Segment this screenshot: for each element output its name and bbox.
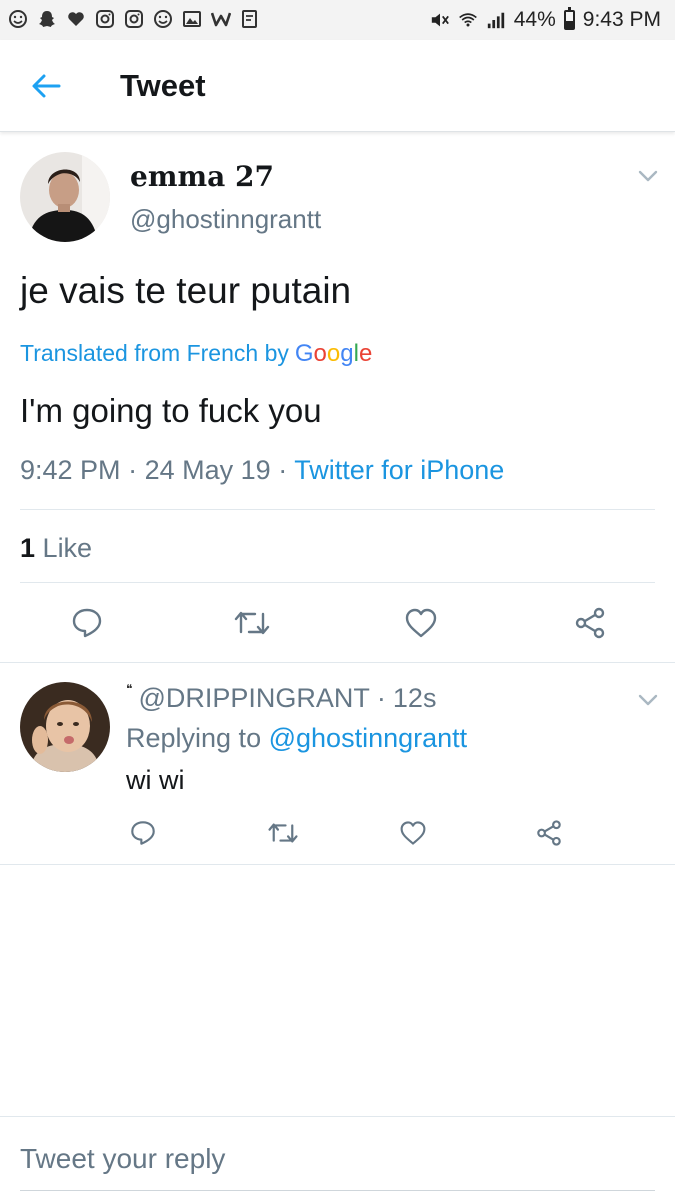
- compose-top-divider: [0, 1116, 675, 1117]
- heart-outline-icon: [405, 608, 437, 638]
- battery-percent: 44%: [513, 8, 556, 31]
- tx-icon: [240, 9, 260, 29]
- replying-label: Replying to: [126, 723, 262, 753]
- tweet-actions: [0, 598, 675, 648]
- reply-header: ❝ @DRIPPINGRANT · 12s: [126, 681, 437, 714]
- section-divider: [0, 662, 675, 663]
- reply-icon: [72, 608, 102, 638]
- wifi-icon: [458, 10, 478, 30]
- reply-compose-input[interactable]: Tweet your reply: [20, 1143, 655, 1175]
- like-count-label: Like: [42, 533, 93, 563]
- translated-label: Translated from French by: [20, 340, 289, 366]
- page-title: Tweet: [120, 68, 206, 103]
- w-icon: [211, 9, 231, 29]
- translation-attribution[interactable]: Translated from French by Google: [20, 340, 372, 368]
- tweet-options-button[interactable]: [635, 166, 661, 186]
- instagram-icon: [124, 9, 144, 29]
- share-button[interactable]: [524, 808, 574, 858]
- instagram-icon: [95, 9, 115, 29]
- like-button[interactable]: [388, 808, 438, 858]
- system-status: 44% 9:43 PM: [430, 7, 661, 32]
- reply-options-button[interactable]: [635, 690, 661, 710]
- reply-text: wi wi: [126, 765, 185, 795]
- reply-actions: [0, 808, 675, 858]
- like-count-number: 1: [20, 533, 36, 563]
- reply-author-handle[interactable]: @DRIPPINGRANT: [138, 683, 369, 714]
- clock: 9:43 PM: [582, 8, 661, 31]
- google-logo-letter: g: [340, 340, 354, 367]
- like-button[interactable]: [396, 598, 446, 648]
- share-button[interactable]: [565, 598, 615, 648]
- google-logo-letter: o: [326, 340, 341, 367]
- likes-count[interactable]: 1 Like: [20, 533, 92, 564]
- retweet-button[interactable]: [227, 598, 277, 648]
- retweet-icon: [268, 823, 298, 843]
- google-logo: Google: [295, 340, 372, 368]
- google-logo-letter: e: [358, 340, 373, 367]
- tweet-time: 9:42 PM: [20, 455, 121, 485]
- back-button[interactable]: [26, 68, 66, 104]
- chevron-down-icon: [638, 694, 658, 706]
- heart-icon: [66, 9, 86, 29]
- retweet-button[interactable]: [258, 808, 308, 858]
- meta-separator: ·: [278, 455, 288, 485]
- compose-underline: [20, 1190, 655, 1191]
- divider: [20, 582, 655, 583]
- section-divider: [0, 864, 675, 865]
- reply-age: 12s: [392, 683, 437, 713]
- author-avatar[interactable]: [20, 152, 110, 242]
- tweet-meta: 9:42 PM · 24 May 19 · Twitter for iPhone: [20, 455, 504, 486]
- google-logo-letter: G: [294, 340, 314, 367]
- author-display-name[interactable]: emma 27: [130, 160, 274, 193]
- reply-button[interactable]: [62, 598, 112, 648]
- replying-mention-link[interactable]: @ghostinngrantt: [269, 723, 468, 753]
- battery-icon: [563, 7, 575, 30]
- battery-fill: [565, 20, 573, 28]
- divider: [20, 509, 655, 510]
- small-emoji-icon: ❝: [126, 681, 133, 696]
- chevron-down-icon: [638, 170, 658, 182]
- share-icon: [575, 607, 605, 639]
- snapchat-icon: [37, 9, 57, 29]
- share-icon: [537, 820, 561, 846]
- reply-icon: [131, 821, 155, 845]
- notification-icons: [8, 9, 260, 29]
- meta-separator: ·: [376, 683, 386, 713]
- retweet-icon: [234, 611, 270, 635]
- tweet-date: 24 May 19: [144, 455, 271, 485]
- mute-icon: [430, 10, 450, 30]
- translated-text: I'm going to fuck you: [20, 392, 322, 429]
- gallery-icon: [182, 9, 202, 29]
- smile-icon: [153, 9, 173, 29]
- status-bar: 44% 9:43 PM: [0, 0, 675, 40]
- google-logo-letter: o: [313, 340, 327, 367]
- tweet-source-link[interactable]: Twitter for iPhone: [294, 455, 504, 485]
- reply-author-avatar[interactable]: [20, 682, 110, 772]
- replying-to: Replying to @ghostinngrantt: [126, 723, 467, 754]
- heart-outline-icon: [400, 821, 426, 845]
- author-handle[interactable]: @ghostinngrantt: [130, 204, 321, 235]
- tweet-text: je vais te teur putain: [20, 270, 352, 311]
- top-app-bar: Tweet: [0, 40, 675, 132]
- meta-separator: ·: [128, 455, 138, 485]
- back-arrow-icon: [32, 74, 61, 98]
- signal-icon: [486, 10, 506, 30]
- reply-button[interactable]: [118, 808, 168, 858]
- smile-icon: [8, 9, 28, 29]
